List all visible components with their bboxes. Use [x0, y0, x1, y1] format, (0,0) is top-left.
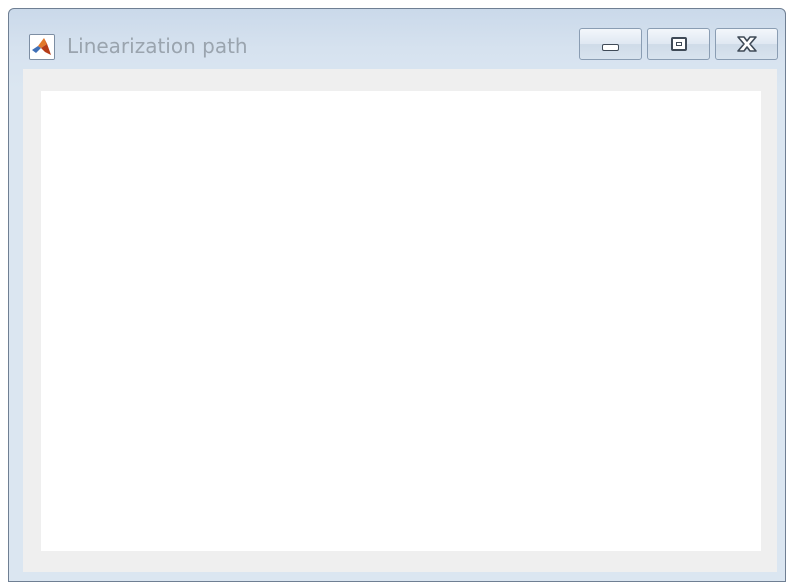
figure-canvas[interactable] — [41, 91, 761, 551]
close-button[interactable] — [715, 28, 778, 60]
title-bar[interactable]: Linearization path — [9, 9, 785, 67]
minimize-button[interactable] — [579, 28, 642, 60]
figure-client-area — [23, 69, 777, 572]
matlab-icon[interactable] — [29, 34, 55, 60]
figure-window: Linearization path — [8, 8, 786, 582]
minimize-icon — [602, 43, 619, 51]
maximize-button[interactable] — [647, 28, 710, 60]
window-title: Linearization path — [67, 34, 248, 58]
maximize-icon — [670, 37, 687, 51]
close-icon — [736, 36, 757, 52]
